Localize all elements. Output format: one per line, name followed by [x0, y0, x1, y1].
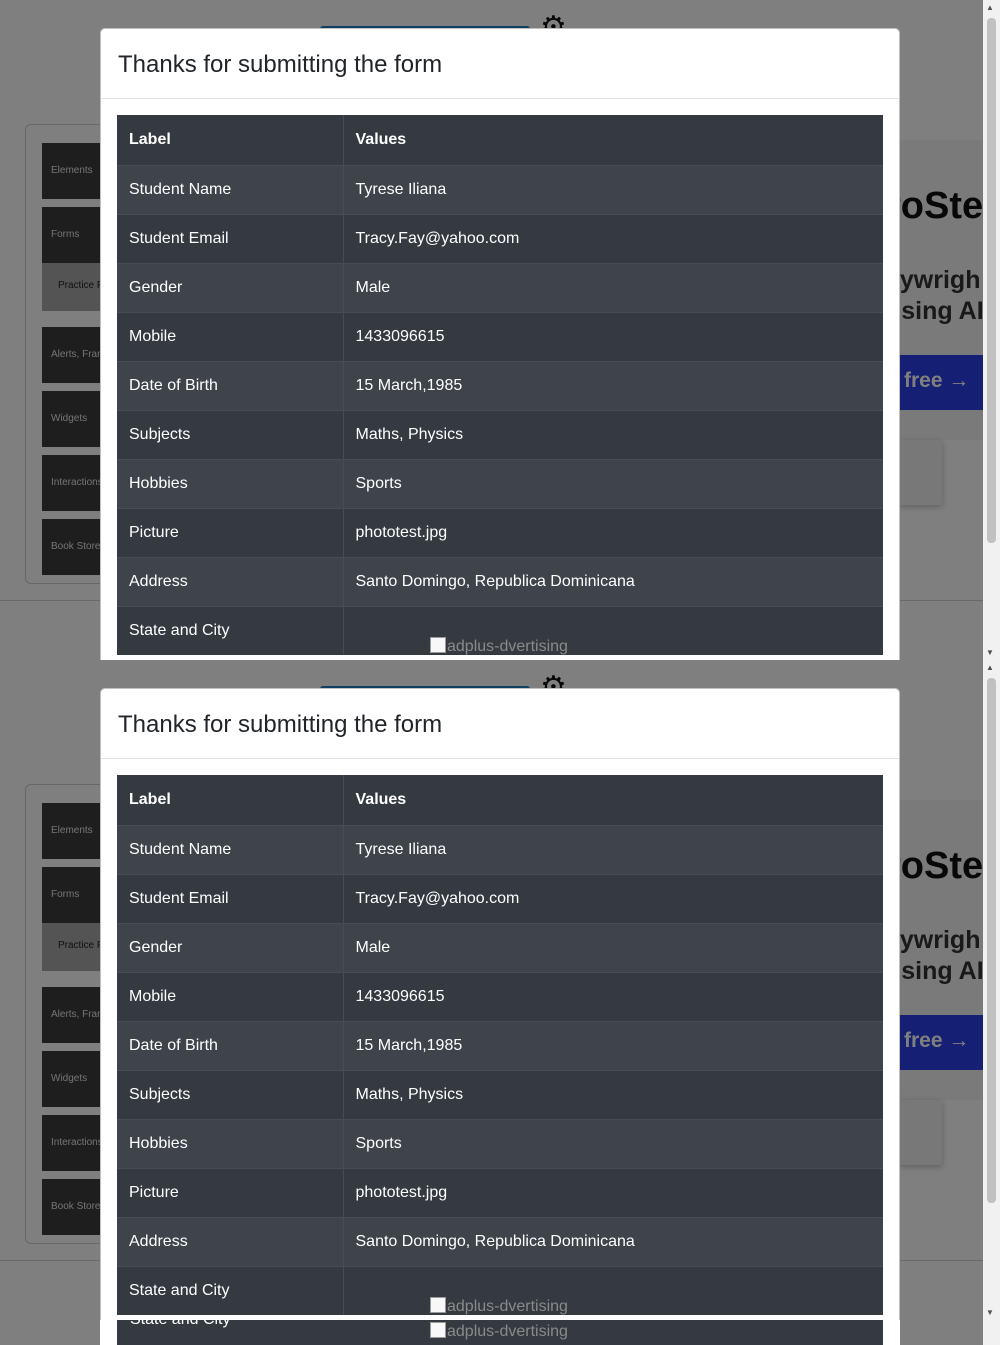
broken-image-icon	[430, 1322, 446, 1338]
page-scrollbar[interactable]: ▲ ▼	[983, 0, 1000, 660]
row-label: Student Name	[117, 164, 344, 214]
row-label: Mobile	[117, 971, 344, 1021]
scroll-up-icon[interactable]: ▲	[986, 663, 994, 672]
row-value: Maths, Physics	[343, 1069, 883, 1119]
submission-modal: Thanks for submitting the form Label Val…	[100, 28, 900, 660]
row-label: State and City	[130, 1320, 231, 1329]
scrollbar-thumb[interactable]	[987, 678, 996, 1203]
column-header-values: Values	[343, 775, 883, 826]
row-label: Address	[117, 556, 344, 606]
row-value: 15 March,1985	[343, 1020, 883, 1070]
table-row: Subjects Maths, Physics	[117, 409, 883, 459]
submission-modal: Thanks for submitting the form Label Val…	[100, 688, 900, 1320]
row-label: Gender	[117, 262, 344, 312]
modal-body: Label Values Student Name Tyrese Iliana S…	[101, 759, 899, 1315]
table-row: Date of Birth 15 March,1985	[117, 360, 883, 410]
table-header-row: Label Values	[117, 775, 883, 826]
row-value	[343, 605, 883, 655]
table-row: Mobile 1433096615	[117, 311, 883, 361]
modal-body: Label Values Student Name Tyrese Iliana S…	[101, 99, 899, 655]
row-label: Student Email	[117, 873, 344, 923]
broken-ad-image[interactable]: adplus-dvertising	[430, 1297, 568, 1316]
screenshot-frame-1: ⚙ Elements Forms Practice Form Alerts, F…	[0, 0, 1000, 660]
table-row: Address Santo Domingo, Republica Dominica…	[117, 556, 883, 606]
broken-ad-image[interactable]: adplus-dvertising	[430, 1322, 568, 1341]
row-label: Student Name	[117, 824, 344, 874]
table-row: Picture phototest.jpg	[117, 507, 883, 557]
row-value: Sports	[343, 458, 883, 508]
row-label: Address	[117, 1216, 344, 1266]
table-row: Student Email Tracy.Fay@yahoo.com	[117, 213, 883, 263]
modal-title: Thanks for submitting the form	[118, 711, 443, 738]
backdrop-strip	[0, 1320, 100, 1345]
modal-edge	[100, 1320, 117, 1345]
row-value: Tyrese Iliana	[343, 164, 883, 214]
scroll-down-icon[interactable]: ▼	[986, 1308, 994, 1317]
row-value: phototest.jpg	[343, 507, 883, 557]
row-label: Date of Birth	[117, 360, 344, 410]
row-label: Picture	[117, 1167, 344, 1217]
modal-header: Thanks for submitting the form	[101, 29, 899, 99]
screenshot-frame-2: ⚙ Elements Forms Practice Form Alerts, F…	[0, 660, 1000, 1320]
row-value: 1433096615	[343, 311, 883, 361]
table-row: Date of Birth 15 March,1985	[117, 1020, 883, 1070]
scrollbar-thumb[interactable]	[987, 18, 996, 543]
table-row: Subjects Maths, Physics	[117, 1069, 883, 1119]
table-row: Picture phototest.jpg	[117, 1167, 883, 1217]
results-table: Label Values Student Name Tyrese Iliana S…	[117, 775, 883, 1315]
broken-image-icon	[430, 1297, 446, 1313]
table-row: Hobbies Sports	[117, 1118, 883, 1168]
scroll-down-icon[interactable]: ▼	[986, 648, 994, 657]
table-row: Student Name Tyrese Iliana	[117, 824, 883, 874]
scroll-up-icon[interactable]: ▲	[986, 3, 994, 12]
row-label: Gender	[117, 922, 344, 972]
row-value: 15 March,1985	[343, 360, 883, 410]
page-scrollbar[interactable]	[983, 1320, 1000, 1345]
row-label: Date of Birth	[117, 1020, 344, 1070]
row-label: State and City	[117, 605, 344, 655]
row-value: Santo Domingo, Republica Dominicana	[343, 1216, 883, 1266]
row-value: Tyrese Iliana	[343, 824, 883, 874]
row-value: Maths, Physics	[343, 409, 883, 459]
table-row: Student Email Tracy.Fay@yahoo.com	[117, 873, 883, 923]
backdrop-strip	[900, 1320, 983, 1345]
broken-ad-image[interactable]: adplus-dvertising	[430, 637, 568, 656]
row-value: Tracy.Fay@yahoo.com	[343, 873, 883, 923]
modal-header: Thanks for submitting the form	[101, 689, 899, 759]
table-row: Gender Male	[117, 262, 883, 312]
row-label: Subjects	[117, 1069, 344, 1119]
row-value: phototest.jpg	[343, 1167, 883, 1217]
row-value: Male	[343, 262, 883, 312]
table-row: Student Name Tyrese Iliana	[117, 164, 883, 214]
table-row: Address Santo Domingo, Republica Dominica…	[117, 1216, 883, 1266]
row-value: Tracy.Fay@yahoo.com	[343, 213, 883, 263]
column-header-label: Label	[117, 115, 344, 166]
broken-image-icon	[430, 637, 446, 653]
page-scrollbar[interactable]: ▲ ▼	[983, 660, 1000, 1320]
modal-title: Thanks for submitting the form	[118, 51, 443, 78]
column-header-values: Values	[343, 115, 883, 166]
modal-edge	[883, 1320, 900, 1345]
row-label: Picture	[117, 507, 344, 557]
row-label: Hobbies	[117, 1118, 344, 1168]
table-row: Hobbies Sports	[117, 458, 883, 508]
row-value: Santo Domingo, Republica Dominicana	[343, 556, 883, 606]
table-row: Mobile 1433096615	[117, 971, 883, 1021]
table-row: Gender Male	[117, 922, 883, 972]
row-value	[343, 1265, 883, 1315]
row-label: State and City	[117, 1265, 344, 1315]
row-label: Hobbies	[117, 458, 344, 508]
table-header-row: Label Values	[117, 115, 883, 166]
row-value: Sports	[343, 1118, 883, 1168]
results-table: Label Values Student Name Tyrese Iliana S…	[117, 115, 883, 655]
column-header-label: Label	[117, 775, 344, 826]
row-label: Mobile	[117, 311, 344, 361]
row-value: Male	[343, 922, 883, 972]
row-value: 1433096615	[343, 971, 883, 1021]
row-label: Subjects	[117, 409, 344, 459]
row-label: Student Email	[117, 213, 344, 263]
